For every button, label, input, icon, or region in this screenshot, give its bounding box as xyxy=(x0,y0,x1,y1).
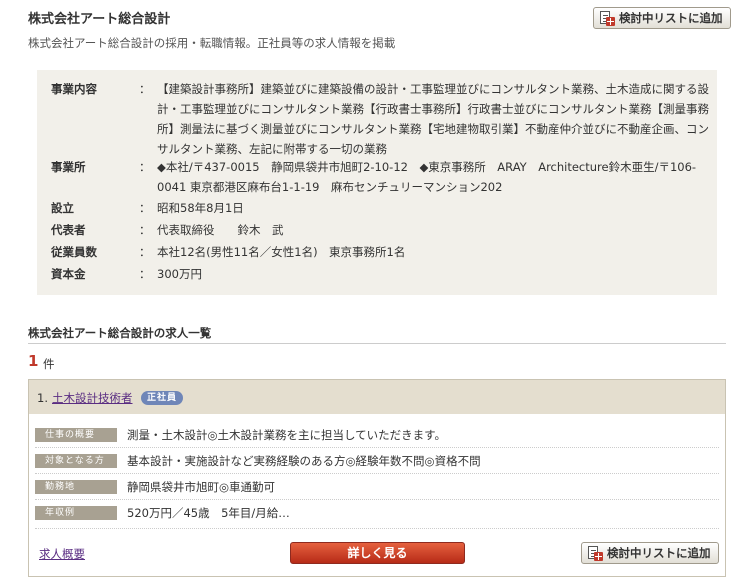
info-label: 従業員数 xyxy=(51,245,97,259)
info-row-employees: 従業員数 ： 本社12名(男性11名／女性1名) 東京事務所1名 xyxy=(51,242,717,262)
add-to-list-label: 検討中リストに追加 xyxy=(607,546,711,560)
job-row-target: 対象となる方 基本設計・実施設計など実務経験のある方◎経験年数不問◎資格不問 xyxy=(35,453,481,469)
info-label: 事業所 xyxy=(51,160,86,174)
job-card-header: 1. 土木設計技術者 正社員 xyxy=(29,380,725,414)
info-row-representative: 代表者 ： 代表取締役 鈴木 武 xyxy=(51,220,717,240)
job-count-number: 1 xyxy=(28,352,39,370)
info-value: 300万円 xyxy=(157,267,202,281)
job-row-salary: 年収例 520万円／45歳 5年目/月給… xyxy=(35,505,290,521)
row-divider xyxy=(35,473,719,474)
job-row-tag: 対象となる方 xyxy=(35,454,117,468)
info-label: 代表者 xyxy=(51,223,86,237)
info-row-offices: 事業所 ： ◆本社/〒437-0015 静岡県袋井市旭町2-10-12 ◆東京事… xyxy=(51,157,717,197)
job-row-text: 測量・土木設計◎土木設計業務を主に担当していただきます。 xyxy=(127,428,447,442)
add-to-list-button-job[interactable]: 検討中リストに追加 xyxy=(581,542,719,564)
job-row-text: 静岡県袋井市旭町◎車通勤可 xyxy=(127,480,276,494)
company-description: 株式会社アート総合設計の採用・転職情報。正社員等の求人情報を掲載 xyxy=(28,36,396,50)
info-row-business: 事業内容 ： 【建築設計事務所】建築並びに建築設備の設計・工事監理並びにコンサル… xyxy=(51,79,717,159)
job-row-tag: 勤務地 xyxy=(35,480,117,494)
job-row-text: 基本設計・実施設計など実務経験のある方◎経験年数不問◎資格不問 xyxy=(127,454,481,468)
info-colon: ： xyxy=(139,160,151,174)
info-label: 事業内容 xyxy=(51,82,97,96)
job-row-text: 520万円／45歳 5年目/月給… xyxy=(127,506,290,520)
add-to-list-icon xyxy=(587,545,603,561)
heading-divider xyxy=(28,343,726,344)
job-count-unit: 件 xyxy=(43,357,55,371)
company-title: 株式会社アート総合設計 xyxy=(28,12,171,27)
view-details-button[interactable]: 詳しく見る xyxy=(290,542,465,564)
info-value: 昭和58年8月1日 xyxy=(157,201,244,215)
employment-type-badge: 正社員 xyxy=(141,391,184,405)
info-value: 【建築設計事務所】建築並びに建築設備の設計・工事監理並びにコンサルタント業務、土… xyxy=(157,82,709,156)
job-row-location: 勤務地 静岡県袋井市旭町◎車通勤可 xyxy=(35,479,275,495)
info-colon: ： xyxy=(139,201,151,215)
info-label: 設立 xyxy=(51,201,74,215)
row-divider xyxy=(35,499,719,500)
info-row-capital: 資本金 ： 300万円 xyxy=(51,264,717,284)
row-divider xyxy=(35,447,719,448)
add-to-list-label: 検討中リストに追加 xyxy=(619,11,723,25)
job-list-heading: 株式会社アート総合設計の求人一覧 xyxy=(28,326,212,340)
job-row-overview: 仕事の概要 測量・土木設計◎土木設計業務を主に担当していただきます。 xyxy=(35,427,446,443)
job-title-link[interactable]: 土木設計技術者 xyxy=(52,390,133,406)
row-divider xyxy=(35,528,719,529)
info-label: 資本金 xyxy=(51,267,86,281)
info-colon: ： xyxy=(139,245,151,259)
add-to-list-icon xyxy=(599,10,615,26)
info-colon: ： xyxy=(139,223,151,237)
company-info-box: 事業内容 ： 【建築設計事務所】建築並びに建築設備の設計・工事監理並びにコンサル… xyxy=(37,70,717,295)
info-value: ◆本社/〒437-0015 静岡県袋井市旭町2-10-12 ◆東京事務所 ARA… xyxy=(157,160,697,194)
info-colon: ： xyxy=(139,267,151,281)
info-value: 代表取締役 鈴木 武 xyxy=(157,223,284,237)
add-to-list-button-top[interactable]: 検討中リストに追加 xyxy=(593,7,731,29)
job-card: 1. 土木設計技術者 正社員 仕事の概要 測量・土木設計◎土木設計業務を主に担当… xyxy=(28,379,726,577)
info-value: 本社12名(男性11名／女性1名) 東京事務所1名 xyxy=(157,245,406,259)
job-summary-link[interactable]: 求人概要 xyxy=(39,546,85,562)
info-row-founded: 設立 ： 昭和58年8月1日 xyxy=(51,198,717,218)
job-row-tag: 仕事の概要 xyxy=(35,428,117,442)
info-colon: ： xyxy=(139,82,151,96)
job-row-tag: 年収例 xyxy=(35,506,117,520)
job-index: 1. xyxy=(37,391,48,405)
